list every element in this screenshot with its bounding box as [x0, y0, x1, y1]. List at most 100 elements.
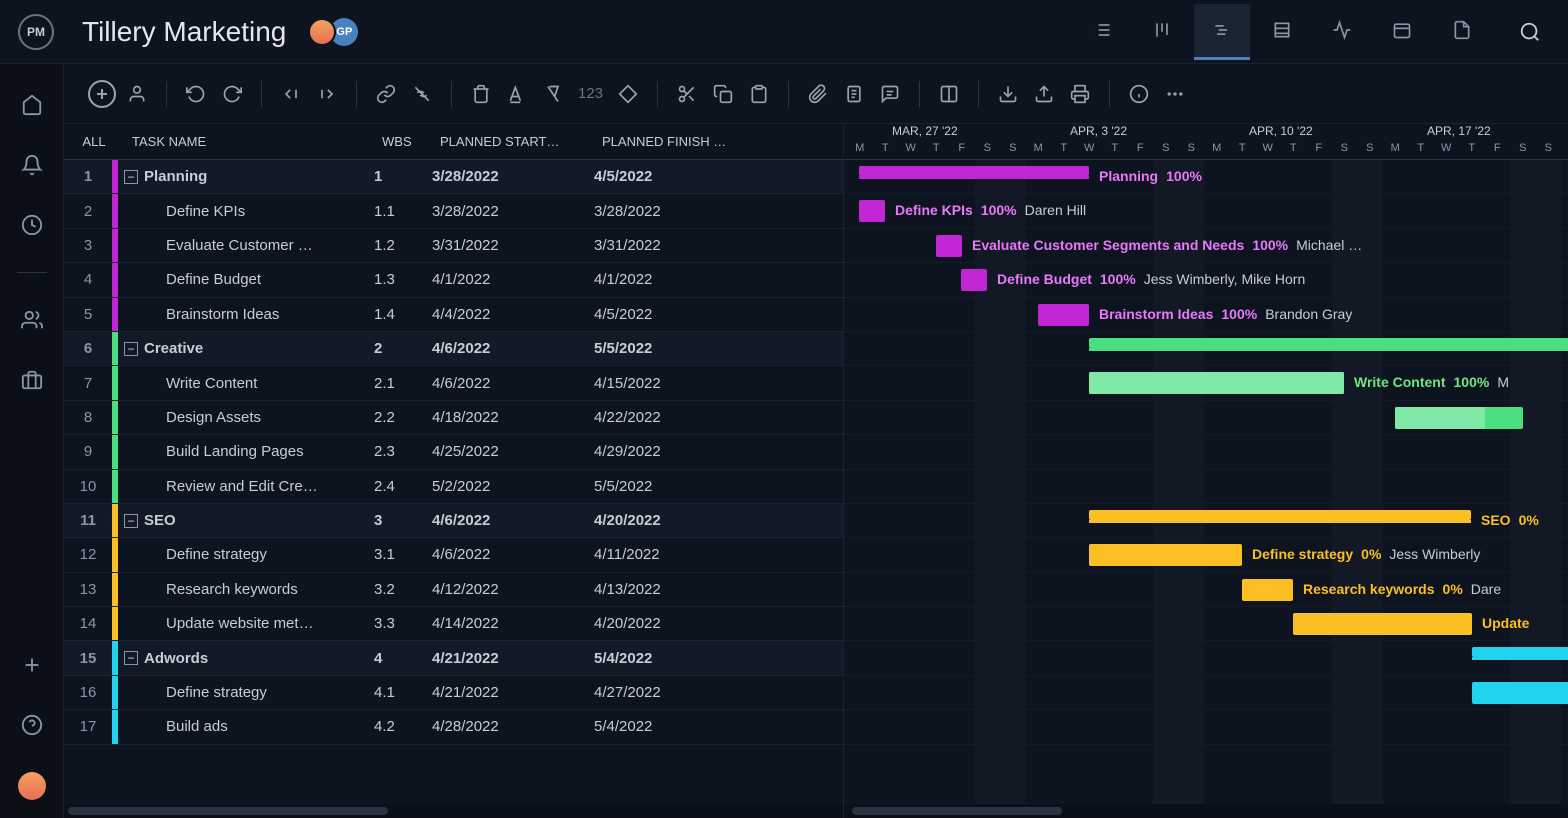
table-row[interactable]: 16Define strategy4.14/21/20224/27/2022	[64, 676, 843, 710]
gantt-row[interactable]: Brainstorm Ideas100%Brandon Gray	[844, 298, 1568, 332]
col-planned-finish[interactable]: PLANNED FINISH …	[602, 134, 772, 149]
outdent-icon[interactable]	[276, 79, 306, 109]
clock-icon[interactable]	[19, 212, 45, 238]
gantt-row[interactable]: Research keywords0%Dare	[844, 573, 1568, 607]
font-icon[interactable]	[502, 79, 532, 109]
import-icon[interactable]	[993, 79, 1023, 109]
clear-format-icon[interactable]	[538, 79, 568, 109]
team-icon[interactable]	[19, 307, 45, 333]
assign-icon[interactable]	[122, 79, 152, 109]
cut-icon[interactable]	[672, 79, 702, 109]
renumber-button[interactable]: 123	[574, 85, 607, 102]
comment-icon[interactable]	[875, 79, 905, 109]
table-row[interactable]: 9Build Landing Pages2.34/25/20224/29/202…	[64, 435, 843, 469]
milestone-icon[interactable]	[613, 79, 643, 109]
gantt-row[interactable]: Planning100%	[844, 160, 1568, 194]
gantt-row[interactable]: Define Budget100%Jess Wimberly, Mike Hor…	[844, 263, 1568, 297]
search-icon[interactable]	[1510, 12, 1550, 52]
gantt-row[interactable]: Evaluate Customer Segments and Needs100%…	[844, 229, 1568, 263]
gantt-bar[interactable]: Brainstorm Ideas100%Brandon Gray	[1038, 304, 1089, 326]
redo-icon[interactable]	[217, 79, 247, 109]
table-row[interactable]: 1−Planning13/28/20224/5/2022	[64, 160, 843, 194]
gantt-row[interactable]: Update	[844, 607, 1568, 641]
gantt-row[interactable]: Define KPIs100%Daren Hill	[844, 194, 1568, 228]
task-name-cell[interactable]: Build ads	[118, 718, 374, 735]
task-name-cell[interactable]: Evaluate Customer …	[118, 237, 374, 254]
task-name-cell[interactable]: Build Landing Pages	[118, 443, 374, 460]
task-name-cell[interactable]: −Planning	[118, 168, 374, 185]
avatar-group[interactable]: GP	[308, 18, 358, 46]
task-name-cell[interactable]: Design Assets	[118, 409, 374, 426]
task-name-cell[interactable]: −SEO	[118, 512, 374, 529]
col-taskname[interactable]: TASK NAME	[124, 134, 382, 149]
gantt-row[interactable]: SEO0%	[844, 504, 1568, 538]
gantt-bar[interactable]: Update	[1293, 613, 1472, 635]
table-row[interactable]: 11−SEO34/6/20224/20/2022	[64, 504, 843, 538]
notes-icon[interactable]	[839, 79, 869, 109]
table-row[interactable]: 7Write Content2.14/6/20224/15/2022	[64, 366, 843, 400]
copy-icon[interactable]	[708, 79, 738, 109]
gantt-bar[interactable]: SEO0%	[1089, 510, 1471, 520]
task-name-cell[interactable]: −Creative	[118, 340, 374, 357]
table-row[interactable]: 10Review and Edit Cre…2.45/2/20225/5/202…	[64, 470, 843, 504]
gantt-row[interactable]: Define strategy0%Jess Wimberly	[844, 538, 1568, 572]
gantt-row[interactable]	[844, 435, 1568, 469]
gantt-row[interactable]	[844, 710, 1568, 744]
col-all[interactable]: ALL	[64, 134, 116, 149]
print-icon[interactable]	[1065, 79, 1095, 109]
table-row[interactable]: 13Research keywords3.24/12/20224/13/2022	[64, 573, 843, 607]
add-task-button[interactable]	[88, 80, 116, 108]
collapse-icon[interactable]: −	[124, 514, 138, 528]
col-wbs[interactable]: WBS	[382, 134, 440, 149]
table-row[interactable]: 6−Creative24/6/20225/5/2022	[64, 332, 843, 366]
view-sheet-icon[interactable]	[1254, 4, 1310, 60]
task-name-cell[interactable]: Define KPIs	[118, 203, 374, 220]
task-name-cell[interactable]: Brainstorm Ideas	[118, 306, 374, 323]
app-logo[interactable]: PM	[18, 14, 54, 50]
task-name-cell[interactable]: Define strategy	[118, 684, 374, 701]
gantt-bar[interactable]: Evaluate Customer Segments and Needs100%…	[936, 235, 962, 257]
gantt-row[interactable]	[844, 332, 1568, 366]
view-gantt-icon[interactable]	[1194, 4, 1250, 60]
home-icon[interactable]	[19, 92, 45, 118]
collapse-icon[interactable]: −	[124, 170, 138, 184]
table-row[interactable]: 12Define strategy3.14/6/20224/11/2022	[64, 538, 843, 572]
table-row[interactable]: 2Define KPIs1.13/28/20223/28/2022	[64, 194, 843, 228]
columns-icon[interactable]	[934, 79, 964, 109]
table-row[interactable]: 17Build ads4.24/28/20225/4/2022	[64, 710, 843, 744]
gantt-bar[interactable]	[1472, 682, 1568, 704]
gantt-bar[interactable]	[1089, 338, 1568, 348]
gantt-bar[interactable]: Define Budget100%Jess Wimberly, Mike Hor…	[961, 269, 987, 291]
gantt-bar[interactable]	[1395, 407, 1523, 429]
gantt-bar[interactable]	[1472, 647, 1568, 657]
help-icon[interactable]	[19, 712, 45, 738]
task-name-cell[interactable]: Define Budget	[118, 271, 374, 288]
export-icon[interactable]	[1029, 79, 1059, 109]
briefcase-icon[interactable]	[19, 367, 45, 393]
grid-horizontal-scrollbar[interactable]	[64, 804, 843, 818]
task-name-cell[interactable]: Define strategy	[118, 546, 374, 563]
gantt-row[interactable]	[844, 641, 1568, 675]
gantt-row[interactable]	[844, 676, 1568, 710]
task-name-cell[interactable]: Research keywords	[118, 581, 374, 598]
gantt-bar[interactable]: Write Content100%M	[1089, 372, 1344, 394]
info-icon[interactable]	[1124, 79, 1154, 109]
view-file-icon[interactable]	[1434, 4, 1490, 60]
view-calendar-icon[interactable]	[1374, 4, 1430, 60]
trash-icon[interactable]	[466, 79, 496, 109]
unlink-icon[interactable]	[407, 79, 437, 109]
task-name-cell[interactable]: Write Content	[118, 375, 374, 392]
collapse-icon[interactable]: −	[124, 651, 138, 665]
bell-icon[interactable]	[19, 152, 45, 178]
add-icon[interactable]	[19, 652, 45, 678]
collapse-icon[interactable]: −	[124, 342, 138, 356]
more-icon[interactable]	[1160, 79, 1190, 109]
user-avatar-icon[interactable]	[18, 772, 46, 800]
gantt-bar[interactable]: Research keywords0%Dare	[1242, 579, 1293, 601]
gantt-bar[interactable]: Define strategy0%Jess Wimberly	[1089, 544, 1242, 566]
table-row[interactable]: 4Define Budget1.34/1/20224/1/2022	[64, 263, 843, 297]
gantt-bar[interactable]: Define KPIs100%Daren Hill	[859, 200, 885, 222]
table-row[interactable]: 8Design Assets2.24/18/20224/22/2022	[64, 401, 843, 435]
task-name-cell[interactable]: −Adwords	[118, 650, 374, 667]
gantt-row[interactable]	[844, 470, 1568, 504]
